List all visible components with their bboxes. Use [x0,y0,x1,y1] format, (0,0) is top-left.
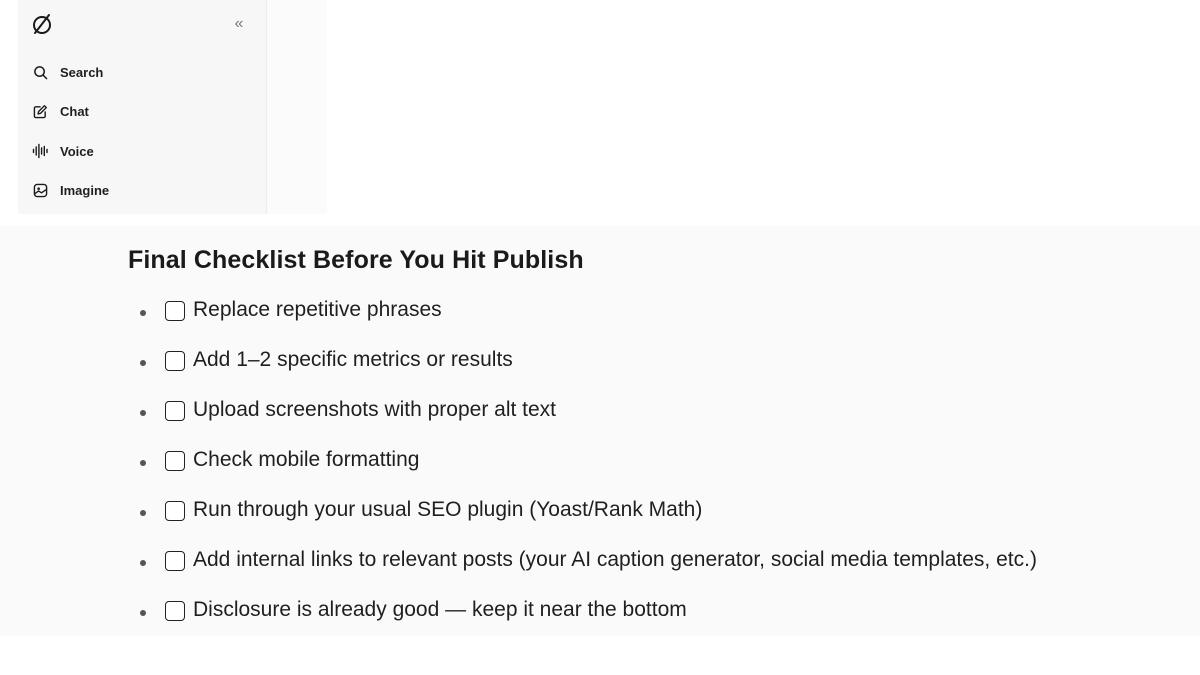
grok-logo-icon[interactable] [30,12,54,36]
checklist-heading: Final Checklist Before You Hit Publish [128,246,584,274]
sidebar-item-label: Voice [60,143,94,159]
sidebar-item-chat[interactable]: Chat [32,99,89,123]
sidebar-item-label: Imagine [60,182,110,198]
image-icon [32,182,48,198]
sidebar-item-label: Chat [60,103,89,119]
checklist-item-text: Upload screenshots with proper alt text [193,398,557,421]
bullet-icon [140,310,146,316]
sidebar-item-search[interactable]: Search [32,60,103,84]
sidebar-item-imagine[interactable]: Imagine [32,178,109,202]
checkbox[interactable] [165,501,185,521]
waveform-icon [32,143,48,159]
checklist-item-text: Replace repetitive phrases [193,298,442,321]
checkbox[interactable] [165,301,185,321]
checklist-item-text: Add 1–2 specific metrics or results [193,348,513,371]
checkbox[interactable] [165,351,185,371]
bullet-icon [140,360,146,366]
bullet-icon [140,510,146,516]
checklist-item-text: Add internal links to relevant posts (yo… [193,548,1037,571]
search-icon [32,64,48,80]
checkbox[interactable] [165,401,185,421]
checklist-item-text: Check mobile formatting [193,448,420,471]
checklist-item-text: Disclosure is already good — keep it nea… [193,598,687,621]
bullet-icon [140,410,146,416]
sidebar: « Search Chat Voice Imagine [18,0,267,214]
bullet-icon [140,560,146,566]
bullet-icon [140,610,146,616]
main-area-edge [267,0,327,214]
checklist-item-text: Run through your usual SEO plugin (Yoast… [193,498,703,521]
sidebar-item-voice[interactable]: Voice [32,139,94,163]
checkbox[interactable] [165,551,185,571]
page: « Search Chat Voice Imagine Final Checkl… [0,0,1200,675]
double-chevron-left-icon: « [234,15,244,32]
checkbox[interactable] [165,601,185,621]
edit-chat-icon [32,103,48,119]
collapse-sidebar-button[interactable]: « [228,14,250,34]
bullet-icon [140,460,146,466]
checkbox[interactable] [165,451,185,471]
message-content: Final Checklist Before You Hit Publish R… [0,226,1200,636]
sidebar-item-label: Search [60,64,104,80]
